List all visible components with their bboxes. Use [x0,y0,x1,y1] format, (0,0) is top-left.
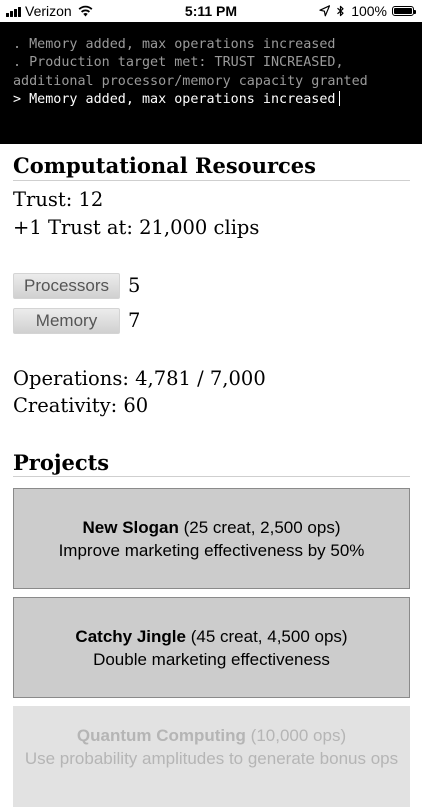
battery-percent: 100% [351,3,387,19]
project-description: Double marketing effectiveness [93,650,330,669]
resources-divider [13,180,410,181]
creativity-text: Creativity: 60 [13,394,149,417]
text-cursor [339,91,341,107]
memory-value: 7 [128,309,141,332]
project-title: Catchy Jingle [75,627,186,646]
project-quantum-computing[interactable]: Quantum Computing (10,000 ops) Use proba… [13,706,410,807]
processors-value: 5 [128,274,141,297]
console-line: . Memory added, max operations increased [13,37,336,52]
project-title: New Slogan [82,518,179,537]
project-cost: (10,000 ops) [250,726,347,745]
project-description: Improve marketing effectiveness by 50% [58,541,365,560]
projects-divider [13,476,410,477]
project-title: Quantum Computing [76,726,246,745]
project-title-line: New Slogan (25 creat, 2,500 ops) [14,516,409,539]
next-trust-text: +1 Trust at: 21,000 clips [13,216,260,239]
project-cost: (45 creat, 4,500 ops) [190,627,348,646]
projects-heading: Projects [13,450,110,475]
console-current-text: > Memory added, max operations increased [13,92,336,108]
bluetooth-icon [337,5,344,17]
console-current-line: > Memory added, max operations increased [13,91,409,109]
location-arrow-icon [319,5,331,17]
project-catchy-jingle[interactable]: Catchy Jingle (45 creat, 4,500 ops) Doub… [13,597,410,698]
project-new-slogan[interactable]: New Slogan (25 creat, 2,500 ops) Improve… [13,488,410,589]
console-line: . Production target met: TRUST INCREASED… [13,55,368,89]
status-bar: Verizon 5:11 PM 100% [0,0,422,22]
project-title-line: Quantum Computing (10,000 ops) [14,724,409,747]
trust-text: Trust: 12 [13,188,104,211]
console: . Memory added, max operations increased… [0,22,422,144]
project-cost: (25 creat, 2,500 ops) [183,518,341,537]
battery-icon [392,6,416,16]
resources-heading: Computational Resources [13,153,316,178]
battery-fill [394,8,412,14]
project-description: Use probability amplitudes to generate b… [24,749,399,768]
status-right: 100% [319,3,416,19]
processors-button[interactable]: Processors [13,273,120,299]
operations-text: Operations: 4,781 / 7,000 [13,367,266,390]
project-title-line: Catchy Jingle (45 creat, 4,500 ops) [14,625,409,648]
memory-button[interactable]: Memory [13,308,120,334]
